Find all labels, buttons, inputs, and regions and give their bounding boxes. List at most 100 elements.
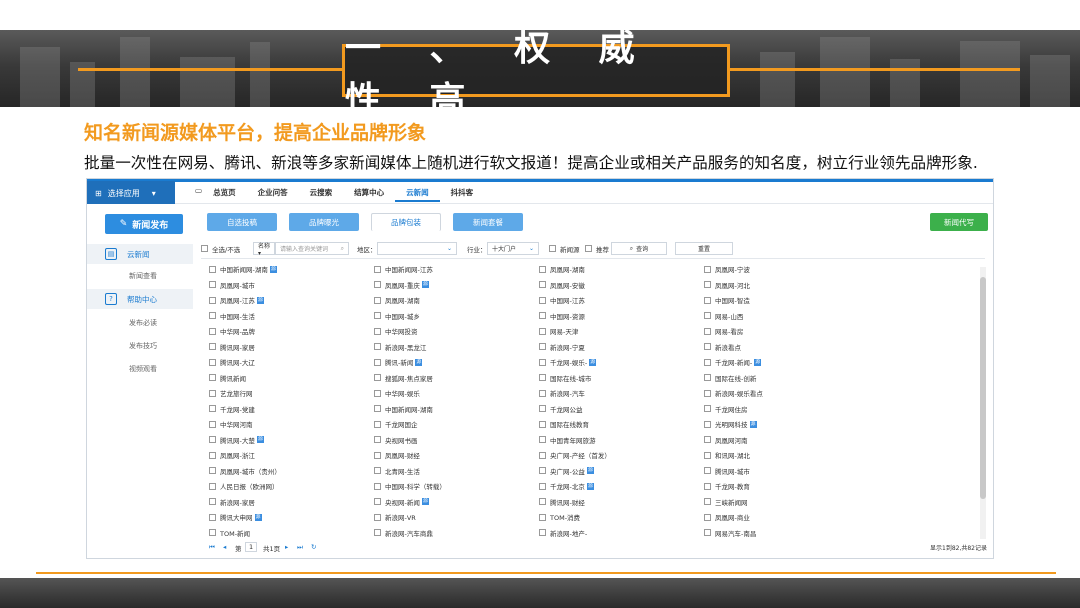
search-input[interactable]: 请输入查询关键词 ⌕ — [275, 242, 349, 255]
page-input[interactable]: 1 — [245, 542, 258, 552]
media-item[interactable]: 千龙网-娱乐- 源 — [539, 357, 597, 367]
media-item[interactable]: 凤凰网-湖南 — [374, 295, 420, 305]
checkbox[interactable] — [539, 498, 546, 505]
query-button[interactable]: ⌕ 查询 — [611, 242, 667, 255]
name-select[interactable]: 名称 ▾ — [253, 242, 275, 257]
media-item[interactable]: 国际在线-城市 — [539, 373, 591, 383]
media-item[interactable]: 凤凰网-湖南 — [539, 264, 585, 274]
media-item[interactable]: 中华网河南 — [209, 419, 253, 429]
tab-3[interactable]: 品牌包装 — [371, 213, 441, 231]
media-item[interactable]: 网易-天津 — [539, 326, 578, 336]
media-item[interactable]: 新浪看点 — [704, 342, 741, 352]
nav-item[interactable]: 企业问答 — [247, 186, 299, 202]
checkbox[interactable] — [539, 467, 546, 474]
media-item[interactable]: 凤凰网-宁波 — [704, 264, 750, 274]
media-item[interactable]: 凤凰网-河北 — [704, 280, 750, 290]
checkbox[interactable] — [374, 327, 381, 335]
last-page-icon[interactable]: ⏭ — [297, 543, 303, 552]
media-item[interactable]: 腾讯网-财经 — [539, 497, 585, 507]
media-item[interactable]: 腾讯网-家居 — [209, 342, 255, 352]
nav-item[interactable]: 云搜索 — [299, 186, 344, 202]
checkbox[interactable] — [374, 451, 381, 459]
sidebar-item-tips[interactable]: 发布技巧 — [129, 341, 157, 351]
media-item[interactable]: 千龙网-党建 — [209, 404, 255, 414]
checkbox[interactable] — [209, 296, 216, 304]
reset-button[interactable]: 重置 — [675, 242, 733, 255]
media-item[interactable]: 光明网科技源 — [704, 419, 757, 429]
checkbox[interactable] — [374, 281, 381, 288]
checkbox[interactable] — [209, 281, 216, 288]
checkbox[interactable] — [374, 389, 381, 397]
checkbox[interactable] — [209, 451, 216, 459]
checkbox[interactable] — [209, 482, 216, 490]
checkbox[interactable] — [704, 529, 711, 536]
checkbox[interactable] — [704, 436, 711, 443]
media-item[interactable]: 凤凰网-重庆源 — [374, 280, 429, 290]
media-item[interactable]: 千龙网公益 — [539, 404, 583, 414]
media-item[interactable]: 网易-看房 — [704, 326, 743, 336]
news-source-checkbox[interactable]: 新闻源 — [549, 242, 580, 255]
media-item[interactable]: 腾讯网-城市 — [704, 466, 750, 476]
media-item[interactable]: 腾讯-新闻源 — [374, 357, 423, 367]
media-item[interactable]: 三峡新闻网 — [704, 497, 748, 507]
media-item[interactable]: 网易-山西 — [704, 311, 743, 321]
checkbox[interactable] — [704, 281, 711, 288]
media-item[interactable]: 凤凰网-安徽 — [539, 280, 585, 290]
media-item[interactable]: 中国青年网旅游 — [539, 435, 596, 445]
media-item[interactable]: 千龙网-教育 — [704, 481, 750, 491]
checkbox[interactable] — [539, 513, 546, 521]
media-item[interactable]: 北青网-生活 — [374, 466, 420, 476]
nav-item[interactable]: 抖抖客 — [440, 186, 485, 202]
checkbox[interactable] — [539, 451, 546, 459]
next-page-icon[interactable]: ▸ — [285, 543, 288, 551]
media-item[interactable]: 和讯网-湖北 — [704, 450, 750, 460]
checkbox[interactable] — [704, 513, 711, 521]
media-item[interactable]: 中国网-资源 — [539, 311, 585, 321]
checkbox[interactable] — [374, 358, 381, 366]
checkbox[interactable] — [539, 529, 546, 536]
media-item[interactable]: 凤凰网-商业 — [704, 512, 750, 522]
checkbox[interactable] — [704, 467, 711, 474]
media-item[interactable]: 凤凰网-城市 — [209, 280, 255, 290]
checkbox[interactable] — [539, 265, 546, 273]
checkbox[interactable] — [209, 358, 216, 366]
checkbox[interactable] — [209, 529, 216, 536]
checkbox[interactable] — [704, 405, 711, 412]
media-item[interactable]: 中华网-娱乐 — [374, 388, 420, 398]
media-item[interactable]: 千龙网-北京源 — [539, 481, 594, 491]
region-select[interactable]: ⌄ — [377, 242, 457, 255]
media-item[interactable]: 中国新闻网-江苏 — [374, 264, 433, 274]
media-item[interactable]: 千龙网-新闻- 源 — [704, 357, 762, 367]
checkbox[interactable] — [209, 467, 216, 474]
app-selector[interactable]: ⊞ 选择应用 ▾ — [87, 181, 175, 205]
media-item[interactable]: 中国新闻网-湖南 — [374, 404, 433, 414]
media-item[interactable]: 新浪网-黑龙江 — [374, 342, 426, 352]
checkbox[interactable] — [374, 529, 381, 536]
media-item[interactable]: 凤凰网-江苏源 — [209, 295, 264, 305]
media-item[interactable]: 凤凰网-城市（贵州） — [209, 466, 281, 476]
media-item[interactable]: 新浪网-地产- — [539, 528, 587, 538]
media-item[interactable]: 新浪网-汽车 — [539, 388, 585, 398]
checkbox[interactable] — [209, 343, 216, 350]
checkbox[interactable] — [704, 482, 711, 490]
checkbox[interactable] — [704, 296, 711, 304]
checkbox[interactable] — [209, 513, 216, 521]
media-item[interactable]: 腾讯大申网源 — [209, 512, 262, 522]
checkbox[interactable] — [539, 436, 546, 443]
media-item[interactable]: 中国新闻网-湖南源 — [209, 264, 277, 274]
checkbox[interactable] — [539, 420, 546, 428]
checkbox[interactable] — [374, 420, 381, 428]
checkbox[interactable] — [704, 498, 711, 505]
media-item[interactable]: 新浪网-汽车商鼎 — [374, 528, 433, 538]
checkbox[interactable] — [539, 358, 546, 366]
checkbox[interactable] — [539, 327, 546, 335]
checkbox[interactable] — [374, 296, 381, 304]
media-item[interactable]: 凤凰网河南 — [704, 435, 748, 445]
sidebar-section-help[interactable]: ? 帮助中心 — [87, 289, 193, 309]
checkbox[interactable] — [209, 265, 216, 273]
checkbox[interactable] — [209, 420, 216, 428]
scrollbar-thumb[interactable] — [980, 277, 986, 499]
publish-news-button[interactable]: ✎ 新闻发布 — [105, 214, 183, 234]
media-item[interactable]: 国际在线教育 — [539, 419, 589, 429]
media-item[interactable]: 央广网-公益源 — [539, 466, 594, 476]
